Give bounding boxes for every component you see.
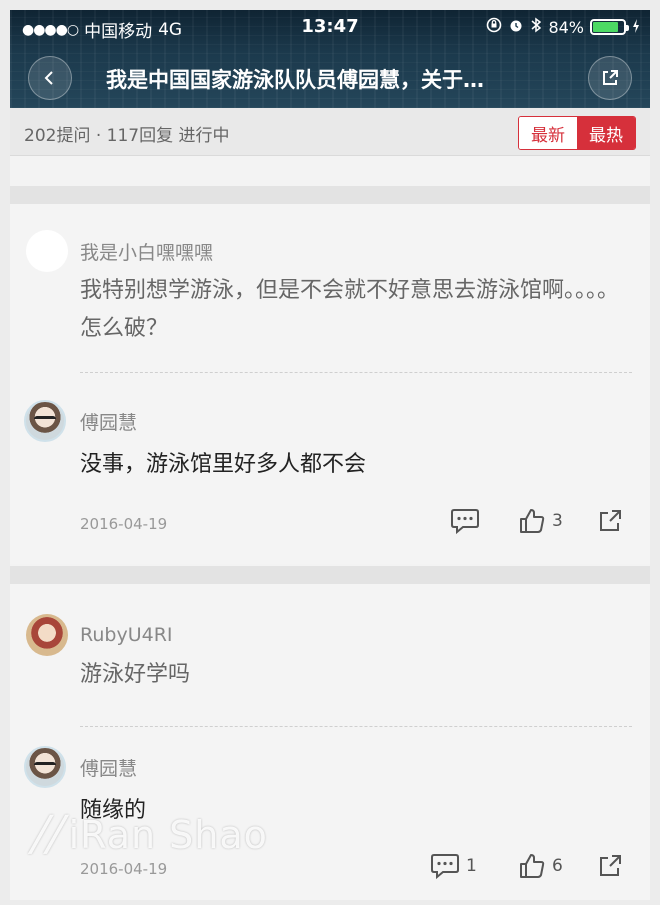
like-button[interactable]: 3	[518, 507, 563, 535]
comment-icon	[431, 854, 459, 880]
share-answer-button[interactable]	[596, 507, 624, 535]
thumbs-up-icon	[520, 854, 545, 878]
watermark-text: iRan Shao	[68, 813, 268, 857]
bluetooth-icon	[530, 17, 542, 37]
asker-avatar[interactable]	[26, 614, 68, 656]
battery-icon	[590, 19, 629, 35]
dashed-divider	[80, 372, 632, 373]
question-answer-stats: 202提问 · 117回复 进行中	[24, 126, 230, 146]
asker-avatar[interactable]	[26, 230, 68, 272]
comment-count: 1	[466, 856, 477, 876]
battery-percent: 84%	[548, 17, 584, 37]
page-title: 我是中国国家游泳队队员傅园慧，关于…	[106, 68, 484, 92]
sort-hottest-button[interactable]: 最热	[577, 117, 635, 149]
answerer-name[interactable]: 傅园慧	[80, 754, 137, 781]
charging-bolt-icon	[632, 18, 640, 37]
share-answer-button[interactable]	[596, 852, 624, 880]
answerer-name[interactable]: 傅园慧	[80, 408, 137, 435]
share-button[interactable]	[588, 56, 632, 100]
answerer-avatar[interactable]	[24, 400, 66, 442]
question-text[interactable]: 我特别想学游泳，但是不会就不好意思去游泳馆啊。。。。怎么破？	[80, 272, 640, 348]
comment-icon	[451, 509, 479, 535]
orientation-lock-icon	[486, 17, 502, 37]
like-count: 6	[552, 856, 563, 876]
watermark-logo-icon: ⧸⧸	[30, 810, 61, 859]
thumbs-up-icon	[520, 509, 545, 533]
status-bar: ●●●●○ 中国移动 4G 13:47 84%	[10, 10, 650, 44]
header: ●●●●○ 中国移动 4G 13:47 84% 我是中国国家游泳队队员傅园慧，关…	[10, 10, 650, 108]
stats-bar: 202提问 · 117回复 进行中 最新 最热	[10, 108, 650, 156]
nav-bar: 我是中国国家游泳队队员傅园慧，关于…	[10, 50, 650, 104]
share-icon	[600, 510, 621, 531]
section-divider	[10, 566, 650, 584]
answer-date: 2016-04-19	[80, 860, 168, 878]
comment-button[interactable]	[450, 507, 486, 535]
share-icon	[600, 855, 621, 876]
answer-date: 2016-04-19	[80, 515, 168, 533]
spacer	[10, 156, 650, 186]
sort-newest-button[interactable]: 最新	[519, 117, 577, 149]
share-icon	[603, 70, 618, 85]
glasses-shape	[34, 762, 56, 770]
back-button[interactable]	[28, 56, 72, 100]
chevron-left-icon	[44, 71, 53, 85]
status-right: 84%	[486, 17, 640, 37]
alarm-icon	[508, 17, 524, 37]
question-text[interactable]: 游泳好学吗	[80, 656, 640, 694]
answerer-avatar[interactable]	[24, 746, 66, 788]
asker-name[interactable]: RubyU4RI	[80, 624, 173, 646]
comment-button[interactable]: 1	[430, 852, 477, 880]
watermark: ⧸⧸ iRan Shao	[30, 810, 268, 860]
like-count: 3	[552, 511, 563, 531]
battery-fill	[593, 22, 619, 32]
asker-name[interactable]: 我是小白嘿嘿嘿	[80, 238, 213, 265]
like-button[interactable]: 6	[518, 852, 563, 880]
dashed-divider	[80, 726, 632, 727]
app-screen: ●●●●○ 中国移动 4G 13:47 84% 我是中国国家游泳队队员傅园慧，关…	[10, 10, 650, 900]
sort-toggle: 最新 最热	[518, 116, 636, 150]
answer-text[interactable]: 没事，游泳馆里好多人都不会	[80, 446, 366, 478]
qa-thread-card: 我是小白嘿嘿嘿 我特别想学游泳，但是不会就不好意思去游泳馆啊。。。。怎么破？ 傅…	[10, 204, 650, 564]
glasses-shape	[34, 416, 56, 424]
section-divider	[10, 186, 650, 204]
